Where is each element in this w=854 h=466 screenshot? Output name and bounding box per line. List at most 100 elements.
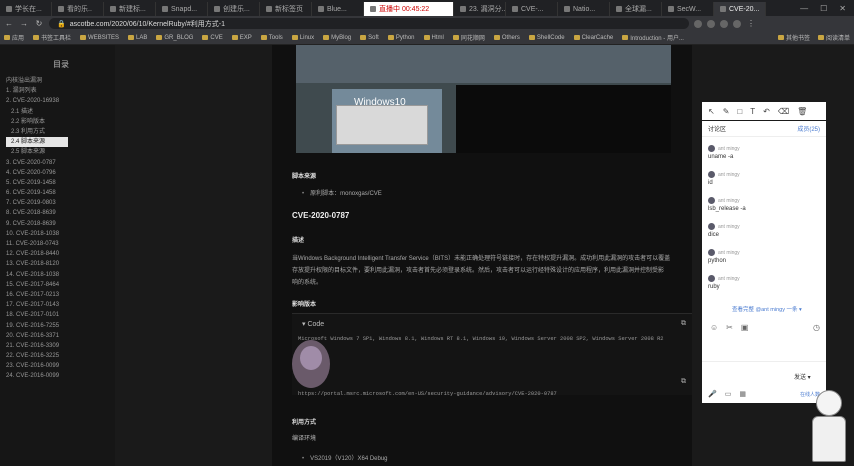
history-icon[interactable]: ◷ <box>813 323 820 332</box>
browser-tab[interactable]: Blue... <box>312 2 364 16</box>
toc-item[interactable]: 6. CVE-2019-1458 <box>6 188 115 198</box>
user-avatar[interactable] <box>708 171 715 178</box>
user-avatar[interactable] <box>708 145 715 152</box>
toc-item[interactable]: 2.2 影响版本 <box>6 117 115 127</box>
bookmark-item[interactable]: Linux <box>291 35 314 41</box>
clear-icon[interactable]: 🗑 <box>797 107 807 116</box>
browser-tab[interactable]: Snapd... <box>156 2 208 16</box>
bookmark-item[interactable]: 应用 <box>4 33 24 42</box>
bookmark-item[interactable]: Python <box>387 35 415 41</box>
mic-icon[interactable]: 🎤 <box>708 390 717 398</box>
close-icon[interactable]: ✕ <box>839 4 846 13</box>
bookmark-item[interactable]: GR_BLOG <box>156 35 193 41</box>
pen-icon[interactable]: ✎ <box>723 107 730 116</box>
profile-avatar-icon[interactable] <box>733 19 741 28</box>
toc-item[interactable]: 1. 漏洞列表 <box>6 86 115 96</box>
toc-item[interactable]: 17. CVE-2017-0143 <box>6 300 115 310</box>
more-messages-link[interactable]: 查看完整 @ant mingy 一条 ▾ <box>732 305 802 313</box>
browser-tab[interactable]: CVE-... <box>506 2 558 16</box>
copy-icon[interactable]: ⧉ <box>681 320 686 328</box>
toc-item[interactable]: 23. CVE-2016-0099 <box>6 361 115 371</box>
back-icon[interactable]: ← <box>4 19 14 28</box>
extension-icon[interactable] <box>694 19 702 28</box>
toc-item[interactable]: 8. CVE-2018-8639 <box>6 208 115 218</box>
browser-tab[interactable]: 看的乐.. <box>52 2 104 16</box>
bookmark-item[interactable]: Introduction - 用户... <box>622 33 684 42</box>
browser-tab[interactable]: Natio... <box>558 2 610 16</box>
browser-tab[interactable]: 23. 漏洞分... <box>454 2 506 16</box>
toc-item[interactable]: 2.1 描述 <box>6 107 115 117</box>
browser-tab[interactable]: 创建乐... <box>208 2 260 16</box>
toc-item[interactable]: 19. CVE-2016-7255 <box>6 321 115 331</box>
toc-item[interactable]: 2.3 利用方式 <box>6 127 115 137</box>
maximize-icon[interactable]: ☐ <box>820 4 827 13</box>
browser-tab[interactable]: SecW... <box>662 2 714 16</box>
bookmark-item[interactable]: Html <box>423 35 444 41</box>
toc-item[interactable]: 18. CVE-2017-0101 <box>6 310 115 320</box>
bookmark-item[interactable]: ClearCache <box>573 35 613 41</box>
window-controls[interactable]: — ☐ ✕ <box>792 4 854 13</box>
bookmark-item[interactable]: CVE <box>202 35 223 41</box>
user-avatar[interactable] <box>708 197 715 204</box>
browser-tab[interactable]: CVE-20... <box>714 2 766 16</box>
toc-item[interactable]: 5. CVE-2019-1458 <box>6 178 115 188</box>
toc-item[interactable]: 2.5 脚本来源 <box>6 147 115 157</box>
image-icon[interactable]: ▣ <box>741 323 749 332</box>
user-avatar[interactable] <box>708 223 715 230</box>
bookmark-item[interactable]: MyBlog <box>323 35 351 41</box>
bookmark-item[interactable]: Others <box>493 35 520 41</box>
bookmark-item[interactable]: WEBSITES <box>80 35 119 41</box>
members-link[interactable]: 成员(25) <box>797 124 820 133</box>
bookmark-item[interactable]: 其他书签 <box>777 33 810 42</box>
menu-kebab-icon[interactable]: ⋮ <box>746 19 756 28</box>
shape-icon[interactable]: □ <box>737 107 742 116</box>
bookmark-item[interactable]: 书签工具栏 <box>33 33 71 42</box>
bookmark-item[interactable]: 阅读清单 <box>817 33 850 42</box>
user-avatar[interactable] <box>708 275 715 282</box>
minimize-icon[interactable]: — <box>800 4 808 13</box>
bookmark-item[interactable]: Soft <box>360 35 379 41</box>
toc-item[interactable]: 16. CVE-2017-0213 <box>6 290 115 300</box>
bookmark-item[interactable]: LAB <box>128 35 147 41</box>
toc-item[interactable]: 2.4 脚本来源 <box>6 137 68 148</box>
toc-item[interactable]: 2. CVE-2020-16938 <box>6 96 115 106</box>
toc-item[interactable]: 4. CVE-2020-0796 <box>6 168 115 178</box>
forward-icon[interactable]: → <box>19 19 29 28</box>
browser-tab[interactable]: 新标签页 <box>260 2 312 16</box>
extension-icon[interactable] <box>720 19 728 28</box>
emoji-icon[interactable]: ☺ <box>710 323 718 332</box>
pointer-icon[interactable]: ↖ <box>708 107 715 116</box>
copy-icon[interactable]: ⧉ <box>681 378 686 386</box>
user-avatar[interactable] <box>708 249 715 256</box>
toc-item[interactable]: 15. CVE-2017-8464 <box>6 280 115 290</box>
toc-item[interactable]: 24. CVE-2016-0099 <box>6 371 115 381</box>
toc-item[interactable]: 7. CVE-2019-0803 <box>6 198 115 208</box>
bookmark-item[interactable]: 同花顺网 <box>452 33 485 42</box>
toc-item[interactable]: 11. CVE-2018-0743 <box>6 239 115 249</box>
toc-item[interactable]: 12. CVE-2018-8440 <box>6 249 115 259</box>
toc-item[interactable]: 10. CVE-2018-1038 <box>6 229 115 239</box>
toc-item[interactable]: 内核溢出漏洞 <box>6 76 115 86</box>
bookmark-item[interactable]: Tools <box>260 35 283 41</box>
undo-icon[interactable]: ↶ <box>763 107 770 116</box>
browser-tab[interactable]: 直播中 00:45:22 <box>364 2 454 16</box>
toc-item[interactable]: 14. CVE-2018-1038 <box>6 270 115 280</box>
text-icon[interactable]: T <box>750 107 755 116</box>
toc-item[interactable]: 22. CVE-2016-3225 <box>6 351 115 361</box>
toc-item[interactable]: 9. CVE-2018-8639 <box>6 219 115 229</box>
camera-icon[interactable]: ▭ <box>725 390 732 398</box>
bookmark-item[interactable]: ShellCode <box>528 35 565 41</box>
reload-icon[interactable]: ↻ <box>34 19 44 28</box>
script-source-item[interactable]: 原利脚本：monoxgas/CVE <box>302 188 382 197</box>
eraser-icon[interactable]: ⌫ <box>778 107 789 116</box>
extension-icon[interactable] <box>707 19 715 28</box>
toc-item[interactable]: 21. CVE-2016-3309 <box>6 341 115 351</box>
screen-icon[interactable]: ▦ <box>739 390 746 398</box>
browser-tab[interactable]: 新建标... <box>104 2 156 16</box>
browser-tab[interactable]: 全球漏... <box>610 2 662 16</box>
code-label[interactable]: ▾ Code <box>302 320 324 328</box>
browser-tab[interactable]: 学长在... <box>0 2 52 16</box>
scissors-icon[interactable]: ✂ <box>726 323 733 332</box>
url-field[interactable]: 🔒 ascotbe.com/2020/06/10/KernelRuby/#利用方… <box>49 18 689 29</box>
toc-item[interactable]: 20. CVE-2016-3371 <box>6 331 115 341</box>
